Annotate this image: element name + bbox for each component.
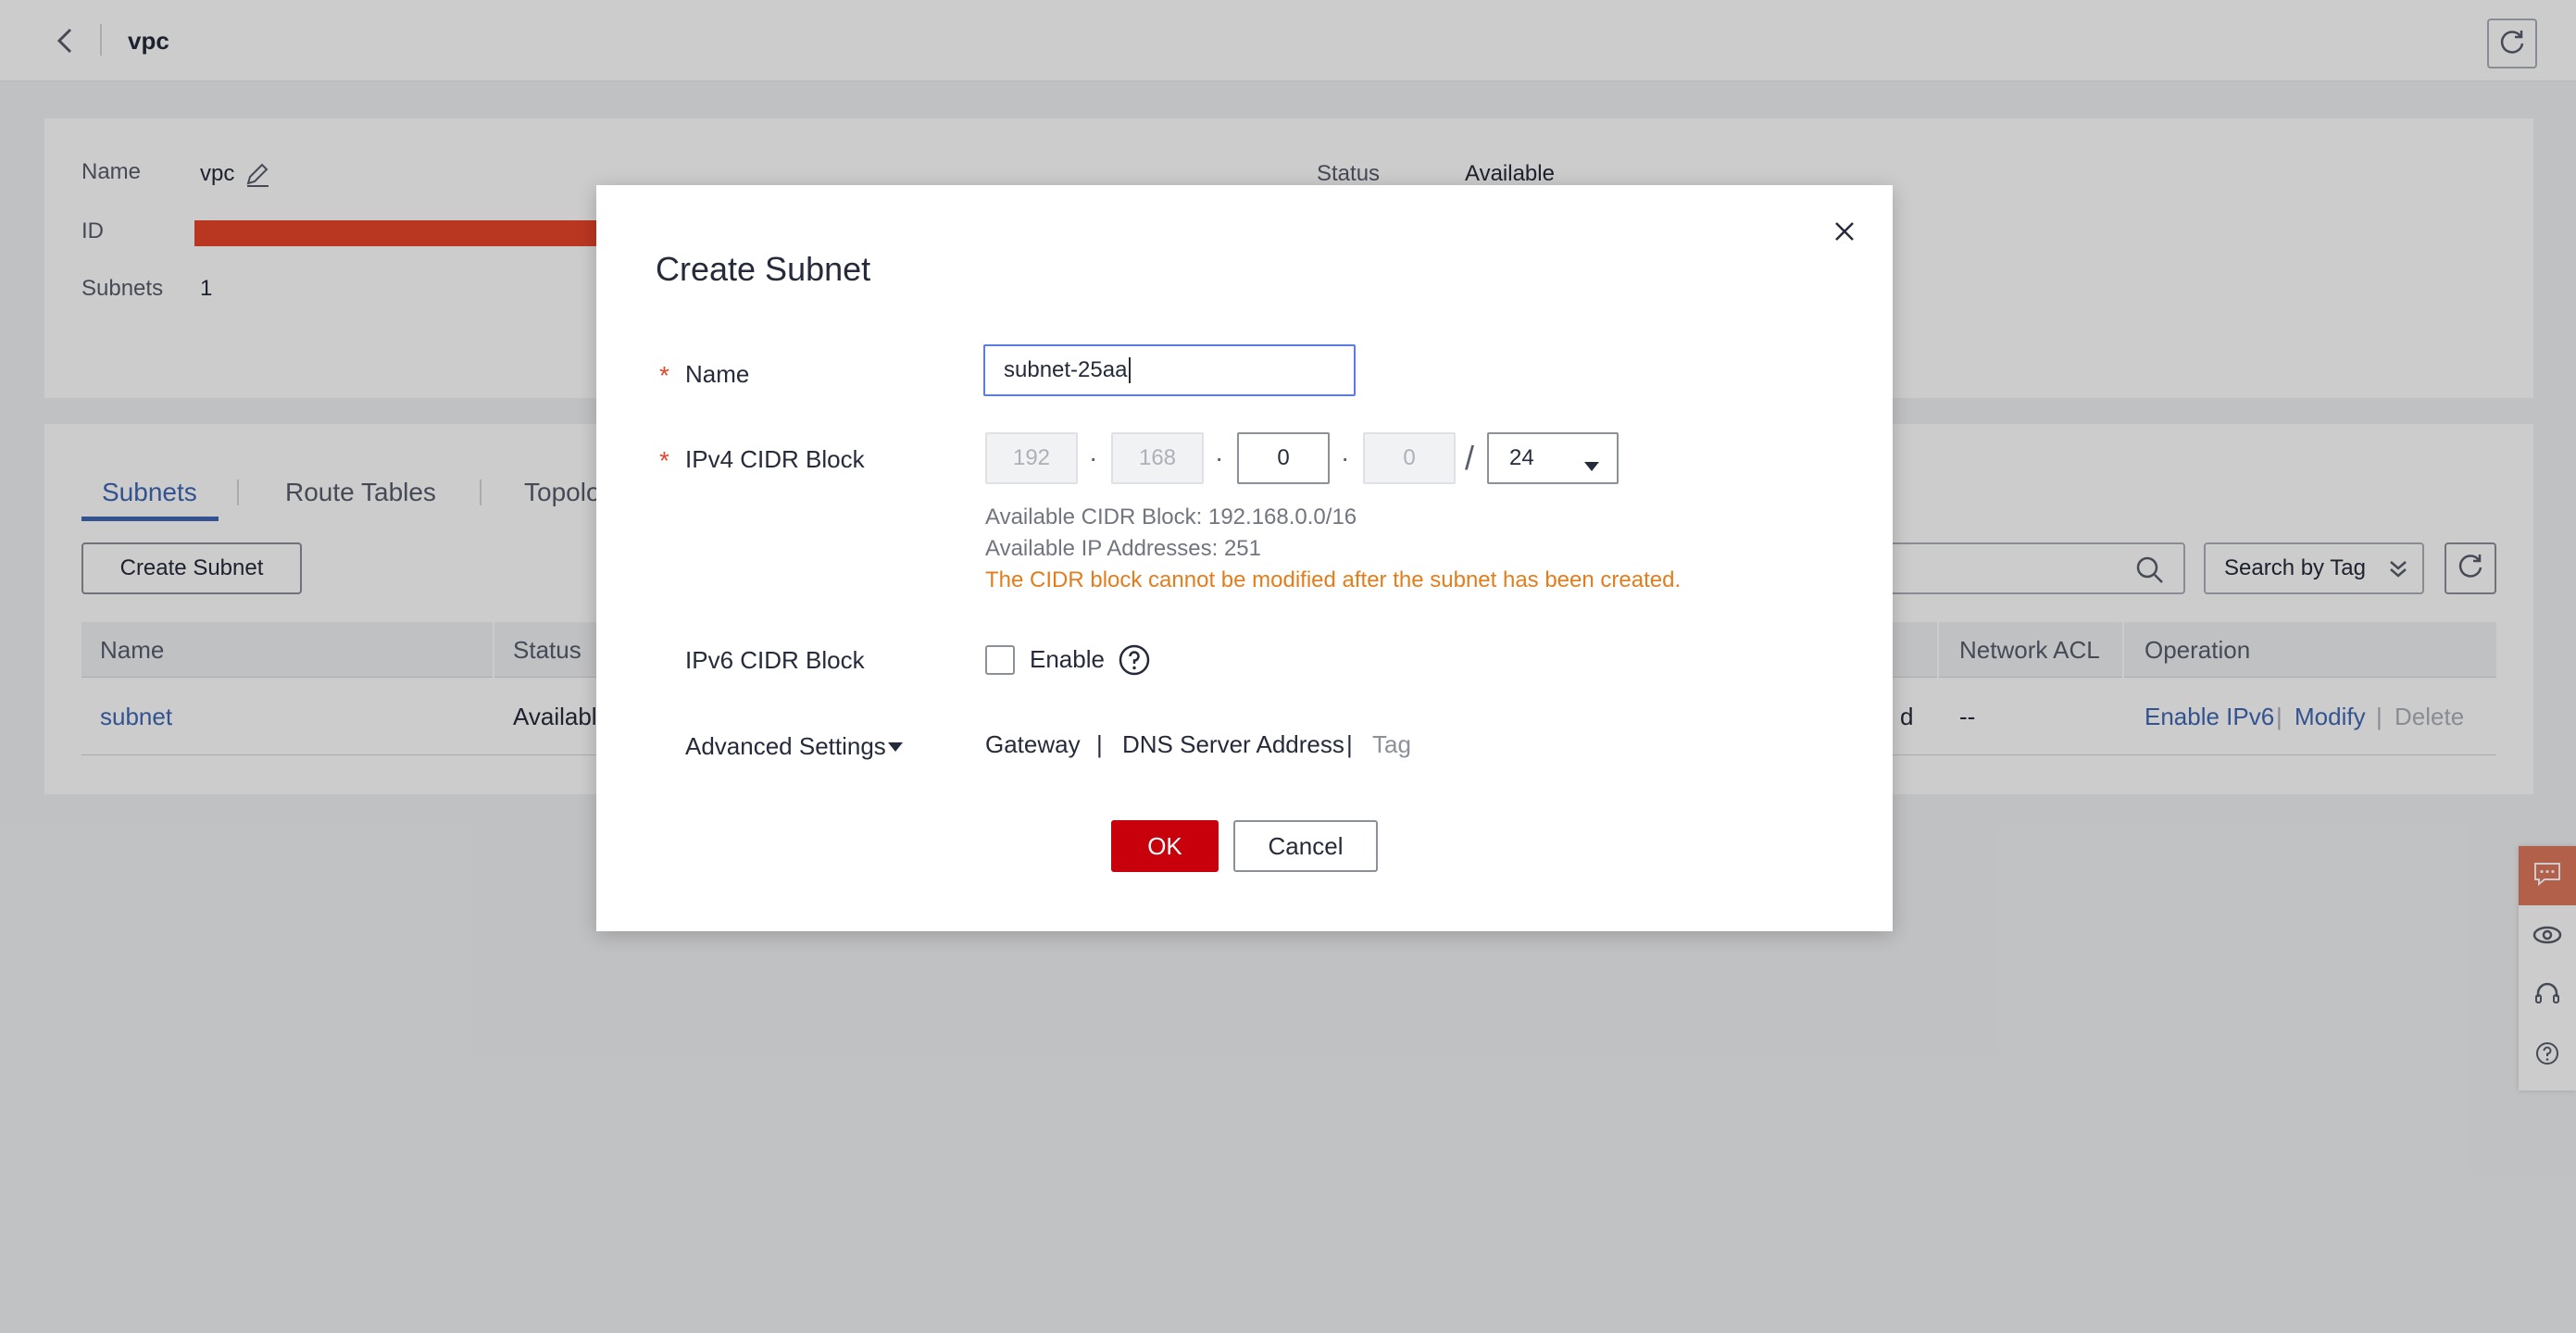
adv-gateway: Gateway — [985, 730, 1081, 758]
caret-down-icon — [1583, 453, 1600, 479]
close-icon[interactable] — [1826, 213, 1863, 250]
name-field-label: Name — [685, 360, 750, 388]
cidr-octet-1: 192 — [985, 432, 1078, 484]
octet-separator: · — [1341, 443, 1350, 472]
ipv6-enable-checkbox[interactable] — [985, 645, 1015, 675]
cidr-mask-select[interactable]: 24 — [1487, 432, 1619, 484]
required-marker: * — [659, 446, 669, 475]
cidr-octet-4: 0 — [1363, 432, 1456, 484]
caret-down-icon — [887, 741, 904, 757]
available-ips-text: Available IP Addresses: 251 — [985, 536, 1261, 561]
adv-divider: | — [1346, 730, 1353, 758]
mask-separator: / — [1465, 439, 1475, 477]
cidr-mask-value: 24 — [1509, 445, 1534, 470]
adv-dns-server: DNS Server Address — [1122, 730, 1344, 758]
cidr-warning-text: The CIDR block cannot be modified after … — [985, 567, 1682, 592]
help-icon[interactable] — [1117, 642, 1152, 678]
required-marker: * — [659, 361, 669, 390]
text-cursor — [1129, 357, 1132, 383]
advanced-settings-toggle[interactable]: Advanced Settings — [685, 729, 886, 763]
enable-label[interactable]: Enable — [1030, 642, 1105, 676]
subnet-name-value: subnet-25aa — [1004, 357, 1128, 382]
cidr-octet-2: 168 — [1111, 432, 1204, 484]
cancel-button[interactable]: Cancel — [1233, 820, 1378, 872]
available-cidr-text: Available CIDR Block: 192.168.0.0/16 — [985, 505, 1357, 529]
ipv6-cidr-label: IPv6 CIDR Block — [685, 646, 865, 674]
ipv4-cidr-label: IPv4 CIDR Block — [685, 445, 865, 473]
adv-divider: | — [1096, 730, 1103, 758]
adv-tag: Tag — [1372, 730, 1411, 758]
cidr-octet-3-input[interactable]: 0 — [1237, 432, 1330, 484]
octet-separator: · — [1089, 443, 1098, 472]
ok-button[interactable]: OK — [1111, 820, 1219, 872]
dialog-title: Create Subnet — [656, 250, 871, 288]
subnet-name-input[interactable]: subnet-25aa — [983, 344, 1356, 396]
octet-separator: · — [1215, 443, 1224, 472]
